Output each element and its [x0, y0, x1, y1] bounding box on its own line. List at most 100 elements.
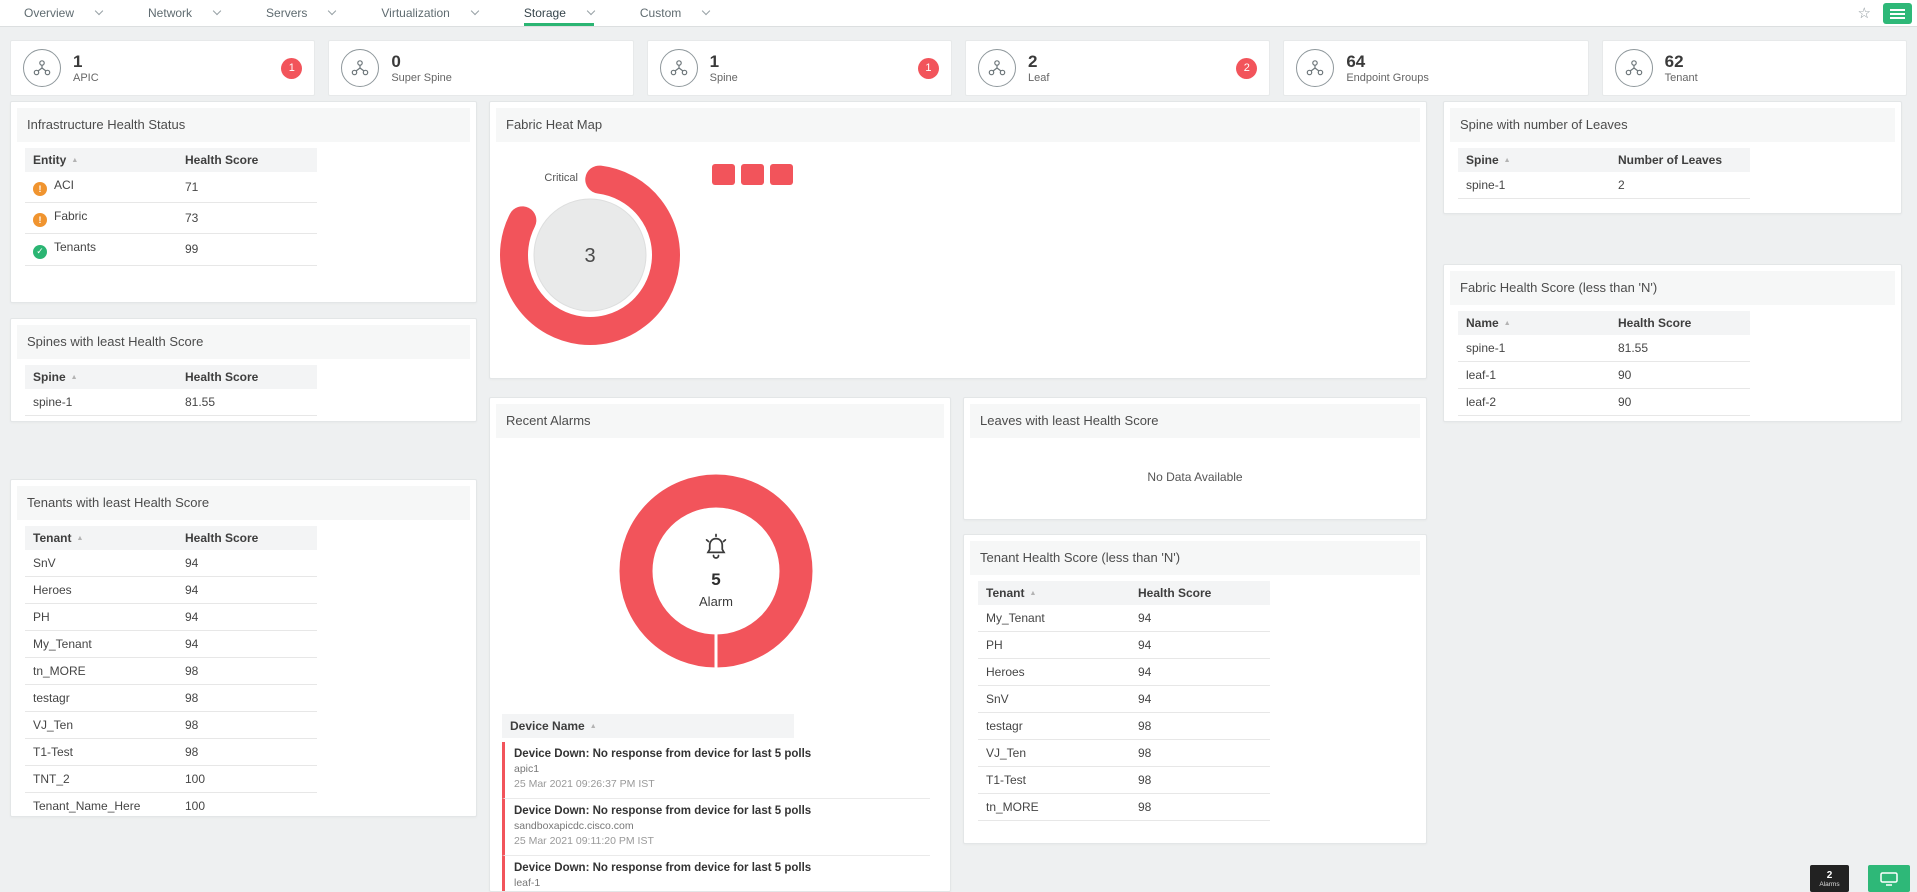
alarm-count-badge[interactable]: 1: [917, 57, 939, 79]
spine-leaves-table: Spine ▲ Number of Leaves spine-1 2: [1458, 148, 1750, 199]
nav-tab-label: Storage: [523, 5, 566, 20]
warning-icon: !: [33, 182, 47, 196]
column-header-health-score[interactable]: Health Score: [177, 365, 317, 389]
alarm-count-badge[interactable]: 1: [281, 57, 303, 79]
column-header-spine[interactable]: Spine ▲: [25, 365, 177, 389]
card-label: APIC: [73, 71, 99, 84]
table-row[interactable]: leaf-1 90: [1458, 361, 1750, 389]
table-row[interactable]: VJ_Ten 98: [25, 711, 317, 739]
panel-title: Recent Alarms: [496, 404, 944, 438]
column-header-number-of-leaves[interactable]: Number of Leaves: [1610, 148, 1750, 172]
alarm-item[interactable]: Device Down: No response from device for…: [502, 742, 930, 799]
alarm-list-header-device-name[interactable]: Device Name ▲: [502, 714, 794, 738]
alarm-device-name[interactable]: sandboxapicdc.cisco.com: [514, 820, 926, 832]
panel-spines-least-health: Spines with least Health Score Spine ▲ He…: [10, 318, 477, 422]
nav-right-actions: ☆: [1858, 0, 1912, 27]
nav-tab-virtualization[interactable]: Virtualization: [381, 0, 480, 26]
summary-card-super-spine[interactable]: 0 Super Spine: [328, 40, 634, 96]
nav-tab-network[interactable]: Network: [148, 0, 222, 26]
table-row[interactable]: ! Fabric 73: [25, 202, 317, 234]
nav-tab-label: Network: [148, 5, 193, 20]
column-header-health-score[interactable]: Health Score: [177, 148, 317, 172]
entity-name: ACI: [54, 178, 75, 192]
card-label: Tenant: [1664, 71, 1698, 84]
heat-map-cell-critical[interactable]: [741, 164, 764, 185]
panel-fabric-heat-map: Fabric Heat Map Critical 3: [489, 101, 1427, 379]
summary-card-spine[interactable]: 1 Spine 1: [646, 40, 952, 96]
health-score-value: 94: [177, 630, 317, 658]
nav-tab-overview[interactable]: Overview: [24, 0, 104, 26]
console-launch-button[interactable]: [1868, 865, 1910, 892]
nav-tab-custom[interactable]: Custom: [640, 0, 711, 26]
column-header-tenant[interactable]: Tenant ▲: [25, 526, 177, 550]
table-row[interactable]: SnV 94: [978, 685, 1270, 713]
table-row[interactable]: Heroes 94: [978, 658, 1270, 686]
table-row[interactable]: SnV 94: [25, 550, 317, 577]
spines-table: Spine ▲ Health Score spine-1 81.55: [25, 365, 317, 416]
table-row[interactable]: spine-1 2: [1458, 172, 1750, 199]
alarm-item[interactable]: Device Down: No response from device for…: [502, 799, 930, 856]
panel-title: Infrastructure Health Status: [17, 108, 470, 142]
table-row[interactable]: spine-1 81.55: [25, 389, 317, 416]
tenant-name: Heroes: [978, 658, 1130, 686]
table-row[interactable]: My_Tenant 94: [978, 605, 1270, 632]
critical-gauge-donut[interactable]: 3: [490, 155, 690, 355]
health-score-value: 90: [1610, 361, 1750, 389]
table-row[interactable]: Heroes 94: [25, 576, 317, 604]
table-row[interactable]: testagr 98: [25, 684, 317, 712]
card-label: Leaf: [1027, 71, 1050, 84]
table-row[interactable]: ✓ Tenants 99: [25, 233, 317, 266]
column-header-entity[interactable]: Entity ▲: [25, 148, 177, 172]
summary-card-tenant[interactable]: 62 Tenant: [1601, 40, 1907, 96]
alarm-timestamp: 25 Mar 2021 09:26:37 PM IST: [514, 778, 655, 790]
alarm-count-badge[interactable]: 2: [1236, 57, 1258, 79]
column-header-spine[interactable]: Spine ▲: [1458, 148, 1610, 172]
tenant-name: SnV: [978, 685, 1130, 713]
table-row[interactable]: tn_MORE 98: [25, 657, 317, 685]
table-row[interactable]: ! ACI 71: [25, 172, 317, 203]
console-icon: [1880, 871, 1898, 886]
column-header-tenant[interactable]: Tenant ▲: [978, 581, 1130, 605]
table-row[interactable]: T1-Test 98: [978, 766, 1270, 794]
nav-tab-servers[interactable]: Servers: [266, 0, 337, 26]
tenant-name: Tenant_Name_Here: [25, 792, 177, 816]
table-row[interactable]: PH 94: [978, 631, 1270, 659]
table-row[interactable]: spine-1 81.55: [1458, 335, 1750, 362]
heat-map-cell-critical[interactable]: [712, 164, 735, 185]
summary-card-endpoint-groups[interactable]: 64 Endpoint Groups: [1283, 40, 1589, 96]
alarm-device-name[interactable]: leaf-1: [514, 877, 926, 889]
health-score-value: 94: [177, 550, 317, 577]
table-row[interactable]: tn_MORE 98: [978, 793, 1270, 821]
table-row[interactable]: Tenant_Name_Here 100: [25, 792, 317, 816]
favorite-star-icon[interactable]: ☆: [1858, 6, 1871, 21]
health-score-value: 94: [177, 603, 317, 631]
alarm-item[interactable]: Device Down: No response from device for…: [502, 856, 930, 891]
edit-dashboard-button[interactable]: [1883, 3, 1912, 24]
sort-asc-icon: ▲: [71, 157, 79, 164]
spine-icon: [659, 49, 698, 87]
tenants-table: Tenant ▲ Health Score SnV 94 Heroes 94 PH 94…: [25, 526, 317, 816]
column-header-name[interactable]: Name ▲: [1458, 311, 1610, 335]
nav-tab-label: Virtualization: [381, 5, 450, 20]
column-header-health-score[interactable]: Health Score: [1130, 581, 1270, 605]
column-header-health-score[interactable]: Health Score: [1610, 311, 1750, 335]
table-row[interactable]: testagr 98: [978, 712, 1270, 740]
device-name: leaf-2: [1458, 388, 1610, 416]
nav-tab-storage[interactable]: Storage: [523, 0, 596, 26]
table-row[interactable]: VJ_Ten 98: [978, 739, 1270, 767]
panel-title: Spine with number of Leaves: [1450, 108, 1895, 142]
column-header-health-score[interactable]: Health Score: [177, 526, 317, 550]
table-row[interactable]: PH 94: [25, 603, 317, 631]
table-row[interactable]: TNT_2 100: [25, 765, 317, 793]
alarm-counter-widget[interactable]: 2 Alarms: [1810, 865, 1849, 892]
alarm-device-name[interactable]: apic1: [514, 763, 926, 775]
summary-card-leaf[interactable]: 2 Leaf 2: [964, 40, 1271, 96]
summary-card-apic[interactable]: 1 APIC 1: [10, 40, 316, 96]
alarm-count-label: Alarm: [699, 594, 733, 609]
table-row[interactable]: My_Tenant 94: [25, 630, 317, 658]
sort-asc-icon: ▲: [1503, 157, 1511, 164]
sort-asc-icon: ▲: [1029, 590, 1037, 597]
table-row[interactable]: T1-Test 98: [25, 738, 317, 766]
table-row[interactable]: leaf-2 90: [1458, 388, 1750, 416]
heat-map-cell-critical[interactable]: [770, 164, 793, 185]
